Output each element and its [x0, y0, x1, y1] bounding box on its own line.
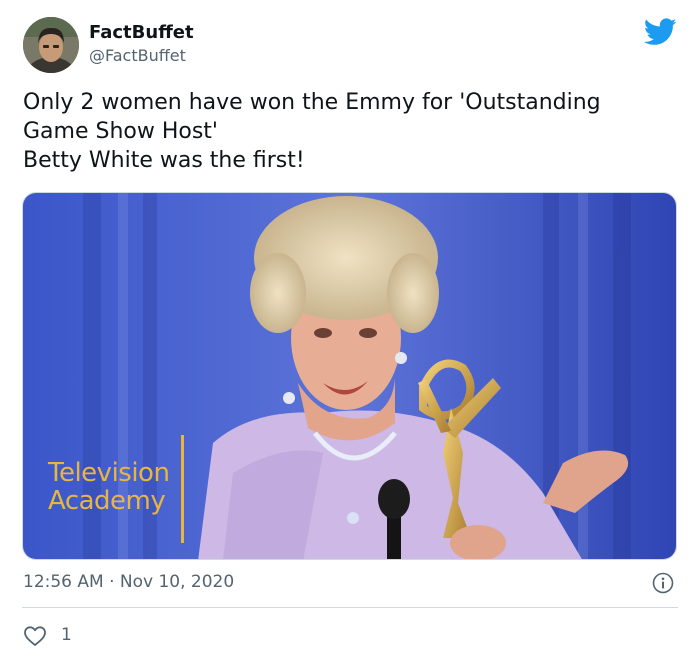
author-handle[interactable]: @FactBuffet	[89, 46, 186, 66]
watermark-divider	[181, 435, 184, 543]
avatar-image	[23, 17, 79, 73]
television-academy-logo: Television Academy	[48, 458, 170, 516]
author-name[interactable]: FactBuffet	[89, 22, 194, 44]
twitter-bird-icon[interactable]	[644, 18, 677, 46]
watermark-line: Academy	[48, 486, 166, 516]
tweet-line: Game Show Host'	[23, 119, 218, 144]
divider	[22, 607, 678, 608]
tweet-line: Only 2 women have won the Emmy for 'Outs…	[23, 90, 601, 115]
info-icon[interactable]	[652, 572, 674, 594]
avatar[interactable]	[23, 17, 79, 73]
tweet-line: Betty White was the first!	[23, 148, 305, 173]
heart-icon[interactable]	[23, 625, 47, 647]
tweet-media[interactable]: Television Academy	[22, 192, 677, 560]
tweet-text: Only 2 women have won the Emmy for 'Outs…	[23, 88, 683, 175]
tweet-card: FactBuffet @FactBuffet Only 2 women have…	[0, 0, 700, 663]
like-count[interactable]: 1	[61, 625, 72, 645]
timestamp[interactable]: 12:56 AM · Nov 10, 2020	[23, 572, 234, 592]
watermark-line: Television	[48, 458, 170, 488]
